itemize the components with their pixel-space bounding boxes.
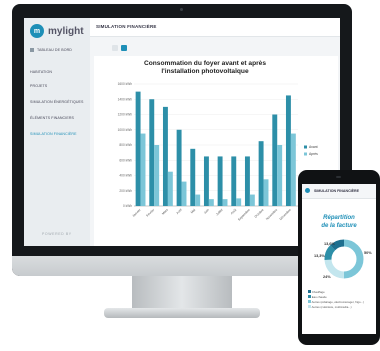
donut-label: 24% <box>323 275 331 279</box>
sidebar-item-elements-financiers[interactable]: ÉLÉMENTS FINANCIERS <box>30 116 74 120</box>
bar-avant <box>162 106 168 206</box>
x-tick-label: Juillet <box>215 208 224 217</box>
bar-après <box>167 171 173 206</box>
x-tick-label: Mars <box>161 208 169 216</box>
bar-avant <box>231 156 237 206</box>
x-tick-label: Septembre <box>237 208 251 222</box>
bar-avant <box>176 129 182 206</box>
sidebar-item-dashboard[interactable]: TABLEAU DE BORD <box>30 48 72 52</box>
bar-avant <box>258 141 264 206</box>
legend-swatch <box>308 305 311 308</box>
bar-après <box>140 133 146 206</box>
logo-mark-icon: m <box>30 24 44 38</box>
y-tick-label: 1000 kWh <box>118 128 133 132</box>
bar-avant <box>149 99 155 206</box>
logo-text: mylight <box>48 25 84 37</box>
y-tick-label: 1200 kWh <box>118 113 133 117</box>
secondary-toggle-button[interactable] <box>112 45 118 51</box>
x-tick-label: Août <box>230 208 238 216</box>
top-bar: SIMULATION FINANCIÈRE <box>90 18 340 37</box>
bar-avant <box>190 148 196 206</box>
donut-label: 13,6% <box>324 242 335 246</box>
phone-camera <box>336 176 341 178</box>
bar-après <box>208 199 214 206</box>
legend-label: Autres (éclairage, électroménager, frigo… <box>311 300 364 304</box>
sidebar-item-simulation-energetiques[interactable]: SIMULATION ÉNERGÉTIQUES <box>30 100 84 104</box>
bar-après <box>222 199 228 206</box>
y-tick-label: 200 kWh <box>119 189 132 193</box>
legend-label: Chauffage <box>311 290 325 294</box>
bar-après <box>154 145 160 206</box>
sidebar-item-habitation[interactable]: HABITATION <box>30 70 52 74</box>
primary-toggle-button[interactable] <box>121 45 127 51</box>
bar-avant <box>285 95 291 206</box>
legend-swatch <box>308 300 311 303</box>
legend-swatch <box>304 145 307 149</box>
bar-après <box>263 179 269 206</box>
x-tick-label: Juin <box>203 208 210 215</box>
bar-après <box>290 133 296 206</box>
page-title: SIMULATION FINANCIÈRE <box>96 24 157 29</box>
app-logo[interactable]: m mylight <box>30 24 84 38</box>
legend-swatch <box>304 152 307 156</box>
x-tick-label: Janvier <box>131 207 142 218</box>
bar-avant <box>217 156 223 206</box>
x-tick-label: Avril <box>175 208 182 215</box>
legend-label: Autres (cuisinière, multimédia...) <box>311 305 352 309</box>
smartphone: SIMULATION FINANCIÈRE Répartition de la … <box>298 170 380 345</box>
monitor-camera <box>180 8 183 11</box>
sidebar-item-simulation-financiere[interactable]: SIMULATION FINANCIÈRE <box>30 132 77 136</box>
phone-legend-item: Eau chaude <box>308 295 327 299</box>
legend-label: Après <box>309 152 318 156</box>
x-tick-label: Mai <box>190 208 197 215</box>
x-tick-label: Octobre <box>254 208 265 219</box>
donut-chart <box>324 239 364 279</box>
dashboard-icon <box>30 48 34 52</box>
donut-label: 50% <box>364 251 372 255</box>
bar-après <box>277 145 283 206</box>
bar-après <box>181 181 187 206</box>
bar-après <box>249 194 255 206</box>
legend-label: Eau chaude <box>311 295 327 299</box>
y-tick-label: 800 kWh <box>119 143 132 147</box>
bar-après <box>236 198 242 206</box>
phone-legend-item: Autres (éclairage, électroménager, frigo… <box>308 300 364 304</box>
phone-legend-item: Chauffage <box>308 290 325 294</box>
bar-avant <box>135 91 141 206</box>
monitor-stand-base <box>104 308 260 318</box>
legend-label: Avant <box>309 145 318 149</box>
phone-legend-item: Autres (cuisinière, multimédia...) <box>308 305 352 309</box>
bar-avant <box>203 156 209 206</box>
sidebar-footer: POWERED BY <box>42 232 72 236</box>
donut-label: 13,3% <box>314 254 325 258</box>
legend-swatch <box>308 295 311 298</box>
sidebar: m mylight TABLEAU DE BORD HABITATION PRO… <box>24 18 90 246</box>
y-tick-label: 1600 kWh <box>118 82 133 86</box>
bar-après <box>195 194 201 206</box>
y-tick-label: 1400 kWh <box>118 97 133 101</box>
phone-screen: SIMULATION FINANCIÈRE Répartition de la … <box>302 184 376 334</box>
sidebar-item-label: TABLEAU DE BORD <box>37 48 72 52</box>
bar-avant <box>272 114 278 206</box>
y-tick-label: 0 kWh <box>123 204 132 208</box>
sidebar-item-projets[interactable]: PROJETS <box>30 84 47 88</box>
x-tick-label: Décembre <box>279 208 292 221</box>
monitor-screen: m mylight TABLEAU DE BORD HABITATION PRO… <box>24 18 340 246</box>
monitor-stand <box>132 276 232 312</box>
y-tick-label: 400 kWh <box>119 174 132 178</box>
bar-avant <box>244 156 250 206</box>
legend-swatch <box>308 290 311 293</box>
x-tick-label: Novembre <box>265 208 278 221</box>
x-tick-label: Février <box>145 207 156 218</box>
y-tick-label: 600 kWh <box>119 158 132 162</box>
